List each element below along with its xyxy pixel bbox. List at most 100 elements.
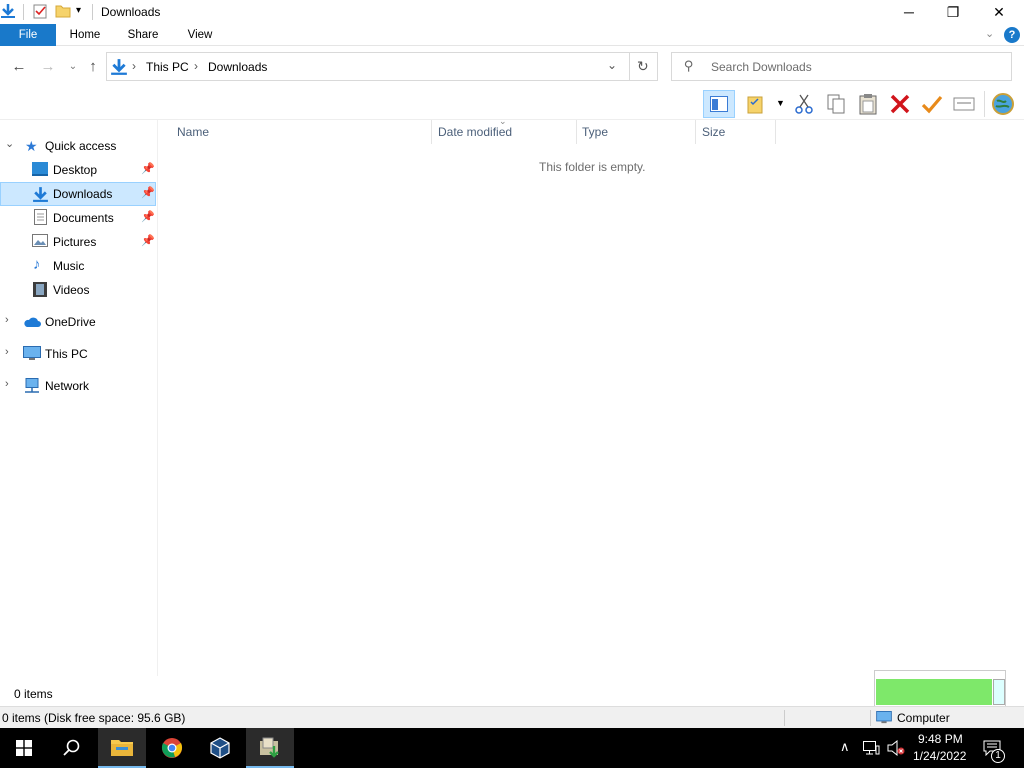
nav-item-desktop[interactable]: Desktop 📌 <box>0 158 156 182</box>
windows-start-icon[interactable] <box>16 740 32 756</box>
installer-taskbar-button[interactable] <box>246 728 294 768</box>
details-bar: 0 items (Disk free space: 95.6 GB) Compu… <box>0 706 1024 728</box>
column-header-size[interactable]: Size <box>702 125 725 145</box>
column-header-name[interactable]: Name <box>177 125 209 145</box>
nav-item-documents[interactable]: Documents 📌 <box>0 206 156 230</box>
nav-item-pictures[interactable]: Pictures 📌 <box>0 230 156 254</box>
computer-icon <box>876 711 892 724</box>
column-divider[interactable] <box>576 120 577 144</box>
nav-item-music[interactable]: ♪ Music <box>0 254 156 278</box>
properties-dropdown-icon[interactable]: ▼ <box>776 98 785 108</box>
search-input[interactable]: Search Downloads <box>711 60 812 74</box>
column-divider[interactable] <box>431 120 432 144</box>
empty-folder-message: This folder is empty. <box>539 160 646 174</box>
popup-scroll[interactable] <box>993 679 1005 705</box>
pin-icon[interactable]: 📌 <box>141 186 155 199</box>
pin-icon[interactable]: 📌 <box>141 162 155 175</box>
pictures-icon <box>32 234 48 247</box>
status-bar: 0 items <box>0 684 1024 704</box>
divider <box>784 710 785 726</box>
help-icon[interactable]: ? <box>1004 27 1020 43</box>
divider <box>984 91 985 117</box>
notification-badge: 1 <box>991 749 1005 763</box>
breadcrumb-this-pc[interactable]: This PC <box>146 60 189 74</box>
file-list[interactable]: Name ⌄ Date modified Type Size This fold… <box>159 116 1024 676</box>
nav-item-this-pc[interactable]: › This PC <box>0 342 156 366</box>
nav-item-label: Documents <box>53 211 114 225</box>
column-divider[interactable] <box>775 120 776 144</box>
clock-date[interactable]: 1/24/2022 <box>913 749 966 763</box>
pin-icon[interactable]: 📌 <box>141 234 155 247</box>
downloads-icon <box>1 4 15 18</box>
forward-button[interactable]: → <box>39 59 57 75</box>
column-header-type[interactable]: Type <box>582 125 608 145</box>
recent-locations-button[interactable]: ⌄ <box>64 59 82 75</box>
nav-item-videos[interactable]: Videos <box>0 278 156 302</box>
music-note-icon: ♪ <box>33 256 41 273</box>
network-icon <box>25 378 39 393</box>
divider <box>629 53 630 80</box>
customize-quick-access-icon[interactable]: ▾ <box>76 5 81 16</box>
virtualbox-taskbar-button[interactable] <box>196 728 244 768</box>
new-folder-icon[interactable] <box>55 3 71 19</box>
search-icon[interactable] <box>63 739 81 757</box>
tab-file[interactable]: File <box>0 24 56 46</box>
restore-button[interactable]: ❐ <box>930 0 976 24</box>
close-button[interactable]: ✕ <box>976 0 1022 24</box>
breadcrumb-downloads[interactable]: Downloads <box>208 60 267 74</box>
nav-item-label: Music <box>53 259 85 273</box>
breadcrumb-separator: › <box>194 59 198 73</box>
paste-icon[interactable] <box>856 92 880 116</box>
address-bar[interactable]: › This PC › Downloads ⌄ ↻ <box>106 52 658 81</box>
copy-icon[interactable] <box>824 92 848 116</box>
documents-icon <box>34 209 47 225</box>
delete-icon[interactable] <box>888 92 912 116</box>
expanded-chevron-icon[interactable]: ⌄ <box>5 137 14 150</box>
properties-icon[interactable] <box>745 92 769 116</box>
search-box[interactable]: ⚲ Search Downloads <box>671 52 1012 81</box>
clock-time[interactable]: 9:48 PM <box>918 732 963 746</box>
star-icon: ★ <box>25 138 38 154</box>
rename-check-icon[interactable] <box>920 92 944 116</box>
computer-zone-label: Computer <box>897 711 950 725</box>
globe-icon[interactable] <box>991 92 1015 116</box>
nav-item-downloads[interactable]: Downloads 📌 <box>0 182 156 206</box>
back-button[interactable]: ← <box>10 59 28 75</box>
pin-icon[interactable]: 📌 <box>141 210 155 223</box>
nav-item-network[interactable]: › Network <box>0 374 156 398</box>
chevron-up-icon[interactable]: ∧ <box>840 739 850 755</box>
nav-item-onedrive[interactable]: › OneDrive <box>0 310 156 334</box>
minimize-button[interactable]: ─ <box>886 0 932 24</box>
search-icon: ⚲ <box>684 58 694 73</box>
collapsed-chevron-icon[interactable]: › <box>5 314 9 326</box>
collapsed-chevron-icon[interactable]: › <box>5 346 9 358</box>
downloads-icon <box>33 187 48 202</box>
chrome-taskbar-button[interactable] <box>148 728 196 768</box>
tab-view[interactable]: View <box>178 24 222 46</box>
chrome-icon <box>161 738 183 758</box>
divider <box>92 4 93 20</box>
progress-fill <box>876 679 992 705</box>
volume-muted-icon[interactable] <box>887 740 905 756</box>
tab-home[interactable]: Home <box>62 24 108 46</box>
address-dropdown-icon[interactable]: ⌄ <box>607 58 617 72</box>
column-divider[interactable] <box>695 120 696 144</box>
column-header-date-modified[interactable]: Date modified <box>438 125 512 145</box>
nav-quick-access[interactable]: ⌄ ★ Quick access <box>0 134 156 158</box>
nav-item-label: Network <box>45 379 90 393</box>
tab-share[interactable]: Share <box>120 24 166 46</box>
network-status-icon[interactable] <box>863 741 880 756</box>
desktop-icon <box>32 162 48 176</box>
breadcrumb-separator: › <box>132 59 136 73</box>
computer-icon <box>23 346 41 360</box>
refresh-icon[interactable]: ↻ <box>637 58 649 75</box>
envelope-icon[interactable] <box>952 92 976 116</box>
nav-item-label: Downloads <box>53 187 113 201</box>
up-button[interactable]: ↑ <box>84 59 102 75</box>
expand-ribbon-icon[interactable]: ⌄ <box>985 27 994 40</box>
file-explorer-taskbar-button[interactable] <box>98 728 146 768</box>
properties-icon[interactable] <box>32 3 48 19</box>
collapsed-chevron-icon[interactable]: › <box>5 378 9 390</box>
preview-pane-button[interactable] <box>703 90 735 118</box>
cut-icon[interactable] <box>792 92 816 116</box>
